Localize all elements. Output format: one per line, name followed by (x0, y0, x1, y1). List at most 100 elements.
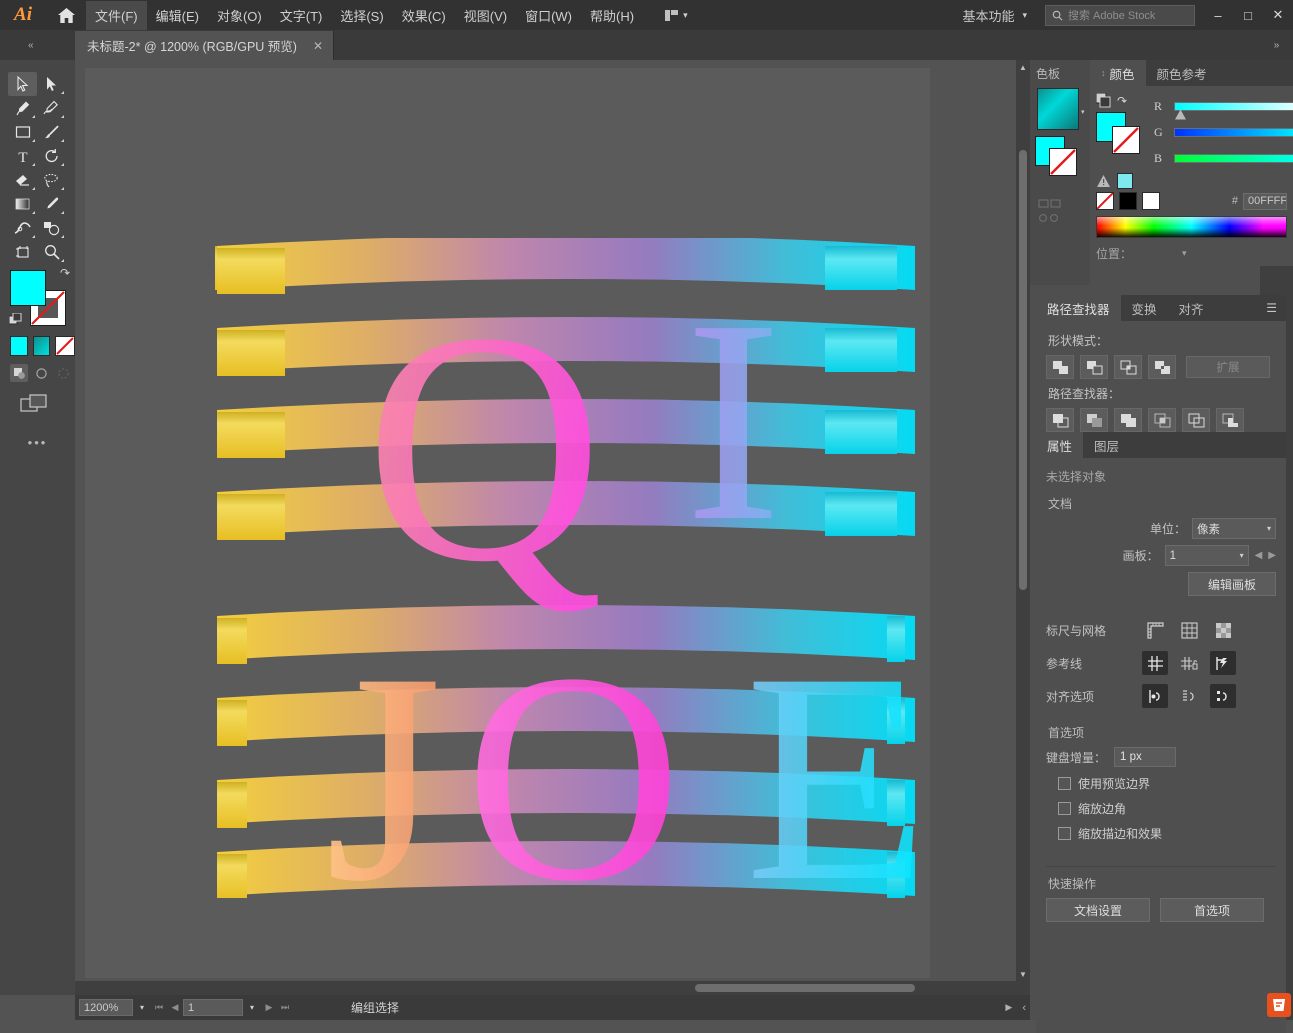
expand-button[interactable]: 扩展 (1186, 356, 1270, 378)
trim-icon[interactable] (1080, 408, 1108, 432)
show-guides-icon[interactable] (1142, 651, 1168, 675)
fill-stroke-toggle-icon[interactable] (1096, 93, 1111, 108)
chevron-down-icon[interactable]: ▾ (1081, 108, 1085, 116)
menu-type[interactable]: 文字(T) (271, 1, 332, 30)
lock-guides-icon[interactable] (1176, 651, 1202, 675)
collapse-tools-button[interactable]: « (0, 30, 75, 60)
next-artboard-icon[interactable]: ▶ (1268, 550, 1276, 561)
color-swatch-button[interactable] (10, 336, 28, 356)
gradient-tool[interactable] (8, 192, 37, 216)
menu-window[interactable]: 窗口(W) (516, 1, 581, 30)
scroll-down-icon[interactable]: ▼ (1016, 967, 1030, 981)
hamburger-icon[interactable]: ☰ (1257, 295, 1286, 321)
home-icon[interactable] (46, 0, 86, 30)
rectangle-tool[interactable] (8, 120, 37, 144)
preview-bounds-checkbox[interactable] (1058, 777, 1071, 790)
swatches-gradient-preview[interactable] (1037, 88, 1079, 130)
slider-knob-icon[interactable] (1175, 109, 1186, 120)
unite-icon[interactable] (1046, 355, 1074, 379)
grid-icon[interactable] (1176, 618, 1202, 642)
menu-edit[interactable]: 编辑(E) (147, 1, 208, 30)
rotate-tool[interactable] (37, 144, 66, 168)
gradient-swatch-button[interactable] (32, 336, 50, 356)
minimize-button[interactable]: – (1203, 0, 1233, 30)
pen-tool[interactable] (8, 96, 37, 120)
default-fill-stroke-icon[interactable] (8, 312, 23, 330)
menu-effect[interactable]: 效果(C) (393, 1, 455, 30)
menu-file[interactable]: 文件(F) (86, 0, 147, 30)
swatches-stroke-swatch[interactable] (1049, 148, 1077, 176)
canvas-area[interactable]: Q I J O E ▲ ▼ (75, 60, 1030, 995)
draw-behind-icon[interactable] (32, 364, 50, 382)
snap-to-grid-icon[interactable] (1176, 684, 1202, 708)
document-tab[interactable]: 未标题-2* @ 1200% (RGB/GPU 预览) ✕ (75, 31, 335, 60)
keyboard-increment-field[interactable]: 1 px (1114, 747, 1177, 767)
screen-mode-button[interactable] (0, 382, 75, 417)
scale-corners-checkbox[interactable] (1058, 802, 1071, 815)
edit-artboards-button[interactable]: 编辑画板 (1188, 572, 1276, 596)
vertical-scroll-thumb[interactable] (1019, 150, 1027, 590)
swatches-panel[interactable]: 色板 ▾ (1030, 60, 1090, 285)
gamut-preview-swatch[interactable] (1117, 173, 1133, 189)
close-icon[interactable]: ✕ (313, 39, 323, 53)
workspace-selector[interactable]: 基本功能 ▾ (952, 2, 1037, 29)
tab-properties[interactable]: 属性 (1036, 432, 1084, 458)
zoom-dropdown-icon[interactable]: ▾ (133, 999, 151, 1016)
previous-artboard-icon[interactable]: ◀ (1255, 550, 1263, 561)
fill-swatch[interactable] (10, 270, 46, 306)
previous-artboard-button[interactable]: ◀ (167, 999, 183, 1016)
snap-to-point-icon[interactable] (1142, 684, 1168, 708)
close-button[interactable]: ✕ (1263, 0, 1293, 30)
shape-builder-tool[interactable] (37, 216, 66, 240)
channel-b-slider[interactable] (1174, 153, 1293, 163)
black-color-button[interactable] (1119, 192, 1137, 210)
color-spectrum-bar[interactable] (1096, 216, 1287, 238)
transparency-grid-icon[interactable] (1210, 618, 1236, 642)
tab-transform[interactable]: 变换 (1121, 295, 1168, 321)
artboard-dropdown-icon[interactable]: ▾ (243, 999, 261, 1016)
outline-icon[interactable] (1182, 408, 1210, 432)
scale-strokes-checkbox[interactable] (1058, 827, 1071, 840)
last-artboard-button[interactable]: ⏭ (277, 999, 293, 1016)
artboard-number-field[interactable]: 1 (183, 999, 243, 1016)
minus-front-icon[interactable] (1080, 355, 1108, 379)
crop-icon[interactable] (1148, 408, 1176, 432)
search-input[interactable]: 搜索 Adobe Stock (1045, 4, 1195, 26)
none-color-button[interactable] (1096, 192, 1114, 210)
menu-select[interactable]: 选择(S) (331, 1, 392, 30)
app-notification-badge[interactable] (1267, 993, 1291, 1017)
curvature-tool[interactable] (37, 96, 66, 120)
next-artboard-button[interactable]: ▶ (261, 999, 277, 1016)
chevron-down-icon[interactable]: ▾ (1182, 248, 1187, 259)
preferences-button[interactable]: 首选项 (1160, 898, 1264, 922)
hex-value-field[interactable]: 00FFFF (1243, 192, 1287, 210)
intersect-icon[interactable] (1114, 355, 1142, 379)
tab-color[interactable]: ↕ 颜色 (1090, 60, 1146, 86)
expand-panels-button[interactable]: » (1260, 30, 1293, 60)
scale-corners-checkbox-row[interactable]: 缩放边角 (1058, 800, 1276, 817)
tab-align[interactable]: 对齐 (1168, 295, 1215, 321)
eraser-tool[interactable] (8, 168, 37, 192)
snap-to-pixel-icon[interactable] (1210, 684, 1236, 708)
horizontal-scroll-thumb[interactable] (695, 984, 915, 992)
draw-normal-icon[interactable] (10, 364, 28, 382)
menu-help[interactable]: 帮助(H) (581, 1, 643, 30)
document-setup-button[interactable]: 文档设置 (1046, 898, 1150, 922)
arrange-documents-button[interactable]: ▾ (657, 6, 696, 25)
canvas-horizontal-scrollbar[interactable] (75, 981, 1016, 995)
scale-strokes-checkbox-row[interactable]: 缩放描边和效果 (1058, 825, 1276, 842)
smart-guides-icon[interactable] (1210, 651, 1236, 675)
draw-inside-icon[interactable] (54, 364, 72, 382)
tab-layers[interactable]: 图层 (1083, 432, 1130, 458)
white-color-button[interactable] (1142, 192, 1160, 210)
first-artboard-button[interactable]: ⏮ (151, 999, 167, 1016)
artboard-select[interactable]: 1 ▾ (1164, 545, 1249, 566)
color-stroke-swatch[interactable] (1112, 126, 1140, 154)
artwork-group[interactable]: Q I J O E (212, 235, 940, 943)
status-play-icon[interactable]: ▶ (1005, 1002, 1012, 1013)
status-collapse-icon[interactable]: ‹ (1022, 1002, 1026, 1014)
tab-color-guide[interactable]: 颜色参考 (1146, 60, 1218, 86)
preview-bounds-checkbox-row[interactable]: 使用预览边界 (1058, 775, 1276, 792)
selection-tool[interactable] (8, 72, 37, 96)
ruler-icon[interactable] (1142, 618, 1168, 642)
